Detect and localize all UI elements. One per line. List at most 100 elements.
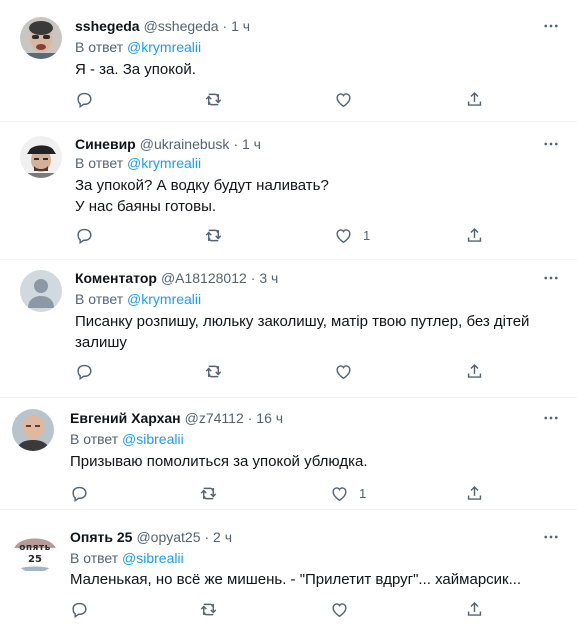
avatar[interactable] (12, 409, 54, 451)
tweet-text: Я - за. За упокой. (75, 59, 555, 80)
author-handle[interactable]: @ukrainebusk (140, 134, 230, 154)
more-button[interactable] (541, 270, 561, 286)
like-count: 1 (359, 485, 367, 501)
reply-to-link[interactable]: @krymrealii (127, 291, 201, 307)
retweet-icon (205, 365, 222, 377)
tweet[interactable]: Коментатор @A18128012 · 3 ч В ответ @kry… (0, 260, 577, 398)
reply-button[interactable] (75, 224, 94, 246)
tweet-text: Маленькая, но всё же мишень. - "Прилетит… (70, 569, 570, 590)
like-icon (336, 92, 351, 107)
tweet[interactable]: sshegeda @sshegeda · 1 ч В ответ @krymre… (0, 0, 577, 122)
avatar[interactable] (20, 136, 62, 178)
more-button[interactable] (541, 18, 561, 34)
author-name[interactable]: Синевир (75, 134, 136, 154)
author-handle[interactable]: @z74112 (185, 408, 244, 428)
author-name[interactable]: Коментатор (75, 268, 157, 288)
reply-label: В ответ (75, 155, 124, 171)
like-button[interactable] (330, 598, 359, 620)
reply-button[interactable] (70, 482, 89, 504)
share-button[interactable] (465, 598, 484, 620)
tweet-time[interactable]: · 3 ч (251, 268, 279, 288)
action-bar: 1 (0, 224, 577, 246)
share-button[interactable] (465, 360, 484, 382)
tweet-text-line: Писанку розпишу, люльку заколишу, матір … (75, 313, 530, 330)
share-icon (467, 227, 482, 242)
reply-icon (77, 364, 92, 380)
avatar[interactable] (20, 17, 62, 59)
reply-label: В ответ (75, 291, 124, 307)
tweet-header: Коментатор @A18128012 · 3 ч (75, 268, 549, 288)
avatar-photo-icon (20, 136, 62, 178)
action-bar: 1 (0, 482, 577, 504)
tweet-time[interactable]: · 2 ч (205, 527, 233, 547)
more-button[interactable] (541, 410, 561, 426)
retweet-button[interactable] (204, 224, 223, 246)
reply-icon (72, 486, 87, 502)
tweet-time[interactable]: · 1 ч (223, 16, 251, 36)
tweet-text-line: У нас баяны готовы. (75, 198, 217, 215)
reply-to-link[interactable]: @sibrealii (122, 431, 184, 447)
like-icon (336, 228, 351, 243)
retweet-icon (200, 603, 217, 615)
author-name[interactable]: Опять 25 (70, 527, 132, 547)
more-icon (544, 535, 558, 539)
author-handle[interactable]: @opyat25 (136, 527, 200, 547)
author-name[interactable]: Евгений Хархан (70, 408, 181, 428)
reply-button[interactable] (70, 598, 89, 620)
more-icon (544, 416, 558, 420)
like-button[interactable]: 1 (334, 224, 370, 246)
reply-context: В ответ @krymrealii (75, 290, 201, 308)
reply-button[interactable] (75, 88, 94, 110)
retweet-button[interactable] (204, 360, 223, 382)
retweet-icon (200, 487, 217, 499)
tweet-time[interactable]: · 16 ч (248, 408, 283, 428)
share-icon (467, 601, 482, 616)
like-button[interactable] (334, 360, 363, 382)
retweet-button[interactable] (199, 598, 218, 620)
reply-to-link[interactable]: @krymrealii (127, 155, 201, 171)
logo-avatar-text: опять 25 (12, 543, 58, 565)
action-bar (0, 360, 577, 382)
share-button[interactable] (465, 88, 484, 110)
like-count: 1 (363, 227, 371, 243)
tweet-header: Евгений Хархан @z74112 · 16 ч (70, 408, 549, 428)
reply-button[interactable] (75, 360, 94, 382)
reply-to-link[interactable]: @sibrealii (122, 550, 184, 566)
reply-icon (77, 92, 92, 108)
retweet-button[interactable] (199, 482, 218, 504)
reply-context: В ответ @sibrealii (70, 430, 184, 448)
author-name[interactable]: sshegeda (75, 16, 140, 36)
reply-context: В ответ @sibrealii (70, 549, 184, 567)
tweet-time[interactable]: · 1 ч (233, 134, 261, 154)
retweet-icon (205, 229, 222, 241)
reply-context: В ответ @krymrealii (75, 154, 201, 172)
tweet-header: Синевир @ukrainebusk · 1 ч (75, 134, 549, 154)
reply-to-link[interactable]: @krymrealii (127, 39, 201, 55)
more-icon (544, 142, 558, 146)
tweet[interactable]: опять 25 Опять 25 @opyat25 · 2 ч В ответ… (0, 510, 577, 640)
share-icon (467, 363, 482, 378)
like-button[interactable] (334, 88, 363, 110)
author-handle[interactable]: @sshegeda (144, 16, 219, 36)
like-button[interactable]: 1 (330, 482, 366, 504)
action-bar (0, 598, 577, 620)
avatar[interactable] (20, 270, 62, 312)
reply-icon (77, 228, 92, 244)
avatar-photo-icon (12, 409, 54, 451)
reply-feed: sshegeda @sshegeda · 1 ч В ответ @krymre… (0, 0, 577, 640)
reply-label: В ответ (75, 39, 124, 55)
tweet-text-line: Призываю помолиться за упокой ублюдка. (70, 453, 368, 470)
more-button[interactable] (541, 529, 561, 545)
tweet-text: Писанку розпишу, люльку заколишу, матір … (75, 311, 565, 353)
retweet-icon (205, 93, 222, 105)
tweet-header: Опять 25 @opyat25 · 2 ч (70, 527, 549, 547)
tweet[interactable]: Евгений Хархан @z74112 · 16 ч В ответ @s… (0, 398, 577, 510)
reply-context: В ответ @krymrealii (75, 38, 201, 56)
retweet-button[interactable] (204, 88, 223, 110)
author-handle[interactable]: @A18128012 (161, 268, 247, 288)
share-button[interactable] (465, 482, 484, 504)
more-button[interactable] (541, 136, 561, 152)
more-icon (544, 276, 558, 280)
share-button[interactable] (465, 224, 484, 246)
tweet[interactable]: Синевир @ukrainebusk · 1 ч В ответ @krym… (0, 122, 577, 260)
